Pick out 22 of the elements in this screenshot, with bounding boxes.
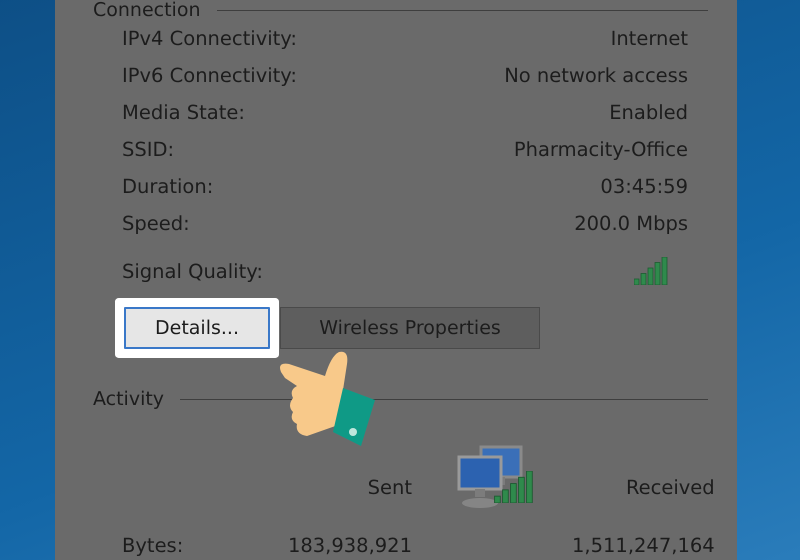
sent-label: Sent — [368, 475, 412, 501]
field-value: 03:45:59 — [600, 174, 688, 200]
signal-bars-icon — [634, 257, 668, 285]
received-bytes: 1,511,247,164 — [572, 533, 715, 559]
field-value: 200.0 Mbps — [574, 211, 688, 237]
field-label: Media State: — [122, 100, 245, 126]
signal-bars-icon — [494, 471, 534, 503]
field-value: Enabled — [609, 100, 688, 126]
field-label: IPv4 Connectivity: — [122, 26, 297, 52]
field-label: IPv6 Connectivity: — [122, 63, 297, 89]
received-label: Received — [626, 475, 715, 501]
sent-bytes: 183,938,921 — [288, 533, 412, 559]
field-label: Bytes: — [122, 533, 184, 559]
group-title: Connection — [93, 0, 201, 21]
field-value: Internet — [610, 26, 688, 52]
group-title: Activity — [93, 388, 164, 410]
field-label: Duration: — [122, 174, 214, 200]
field-label: Signal Quality: — [122, 259, 263, 285]
field-value: No network access — [504, 63, 688, 89]
field-label: Speed: — [122, 211, 190, 237]
field-value: Pharmacity-Office — [514, 137, 688, 163]
field-label: SSID: — [122, 137, 174, 163]
